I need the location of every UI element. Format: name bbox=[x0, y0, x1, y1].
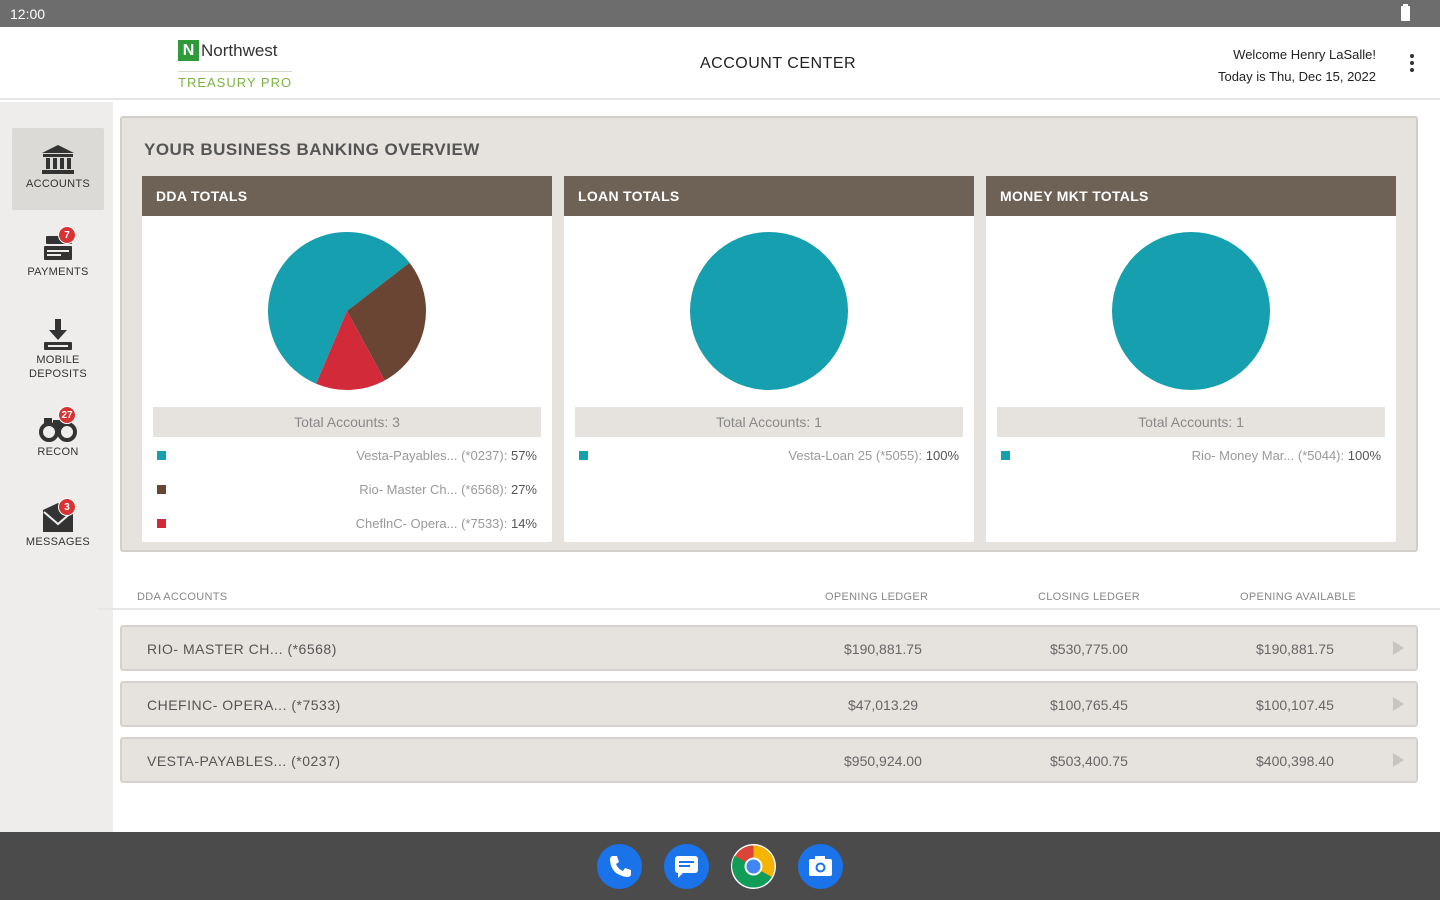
app-header: N Northwest TREASURY PRO ACCOUNT CENTER W… bbox=[0, 27, 1440, 100]
system-dock bbox=[0, 832, 1440, 900]
legend-item: Vesta-Payables... (*0237): 57% bbox=[155, 446, 537, 466]
total-accounts: Total Accounts: 1 bbox=[997, 407, 1385, 437]
legend-percent: 100% bbox=[925, 448, 959, 463]
opening-ledger: $950,924.00 bbox=[844, 753, 922, 769]
date-text: Today is Thu, Dec 15, 2022 bbox=[1217, 69, 1376, 84]
sidebar-item-label: ACCOUNTS bbox=[25, 178, 91, 190]
recon-badge: 27 bbox=[58, 406, 76, 424]
money-mkt-pie-chart bbox=[1112, 232, 1270, 390]
northwest-logo[interactable]: N Northwest TREASURY PRO bbox=[178, 40, 292, 90]
messages-icon[interactable] bbox=[664, 844, 709, 889]
sidebar-item-label: MESSAGES bbox=[25, 536, 91, 548]
legend-percent: 57% bbox=[510, 448, 537, 463]
overflow-menu-icon[interactable] bbox=[1410, 54, 1414, 75]
legend-label: Vesta-Loan 25 (*5055): bbox=[788, 448, 923, 463]
dda-totals-card[interactable]: DDA TOTALS Total Accounts: 3 Vesta-Payab… bbox=[142, 176, 552, 542]
banking-overview-panel: YOUR BUSINESS BANKING OVERVIEW DDA TOTAL… bbox=[120, 116, 1418, 552]
status-bar: 12:00 bbox=[0, 0, 1440, 27]
closing-ledger: $503,400.75 bbox=[1050, 753, 1128, 769]
legend-label: Vesta-Payables... (*0237): bbox=[356, 448, 508, 463]
sidebar-item-mobile-deposits[interactable]: MOBILE DEPOSITS bbox=[12, 318, 104, 388]
sidebar-item-label: PAYMENTS bbox=[27, 266, 89, 278]
legend-swatch bbox=[157, 451, 166, 460]
account-name: RIO- MASTER CH... (*6568) bbox=[147, 641, 337, 657]
money-mkt-totals-card[interactable]: MONEY MKT TOTALS Total Accounts: 1 Rio- … bbox=[986, 176, 1396, 542]
account-row[interactable]: VESTA-PAYABLES... (*0237) $950,924.00 $5… bbox=[120, 737, 1418, 783]
legend-swatch bbox=[579, 451, 588, 460]
legend-label: Rio- Money Mar... (*5044): bbox=[1191, 448, 1345, 463]
sidebar-item-payments[interactable]: 7 PAYMENTS bbox=[12, 226, 104, 292]
column-header: DDA ACCOUNTS bbox=[137, 591, 228, 603]
legend-item: CheflnC- Opera... (*7533): 14% bbox=[155, 514, 537, 534]
card-title: DDA TOTALS bbox=[142, 176, 552, 216]
opening-available: $190,881.75 bbox=[1256, 641, 1334, 657]
total-accounts: Total Accounts: 1 bbox=[575, 407, 963, 437]
logo-brand: Northwest bbox=[201, 40, 278, 60]
accounts-table-header: DDA ACCOUNTS OPENING LEDGER CLOSING LEDG… bbox=[97, 588, 1440, 610]
total-accounts: Total Accounts: 3 bbox=[153, 407, 541, 437]
bank-icon bbox=[42, 145, 74, 174]
column-header: OPENING LEDGER bbox=[825, 591, 929, 603]
column-header: OPENING AVAILABLE bbox=[1240, 591, 1356, 603]
closing-ledger: $530,775.00 bbox=[1050, 641, 1128, 657]
logo-subtitle: TREASURY PRO bbox=[178, 71, 292, 90]
loan-pie-chart bbox=[690, 232, 848, 390]
account-name: CHEFINC- OPERA... (*7533) bbox=[147, 697, 341, 713]
payments-badge: 7 bbox=[58, 226, 76, 244]
legend-item: Vesta-Loan 25 (*5055): 100% bbox=[577, 446, 959, 466]
legend-percent: 14% bbox=[510, 516, 537, 531]
sidebar: ACCOUNTS 7 PAYMENTS MOBILE DEPOSITS 27 R… bbox=[0, 102, 113, 832]
logo-mark: N bbox=[178, 40, 199, 61]
page-title: ACCOUNT CENTER bbox=[700, 55, 857, 72]
row-arrow-icon[interactable] bbox=[1393, 753, 1404, 767]
legend-swatch bbox=[157, 519, 166, 528]
sidebar-item-recon[interactable]: 27 RECON bbox=[12, 406, 104, 472]
closing-ledger: $100,765.45 bbox=[1050, 697, 1128, 713]
dda-pie-chart bbox=[268, 232, 426, 390]
sidebar-item-accounts[interactable]: ACCOUNTS bbox=[12, 128, 104, 210]
legend-item: Rio- Master Ch... (*6568): 27% bbox=[155, 480, 537, 500]
legend-label: Rio- Master Ch... (*6568): bbox=[359, 482, 508, 497]
account-name: VESTA-PAYABLES... (*0237) bbox=[147, 753, 341, 769]
opening-available: $100,107.45 bbox=[1256, 697, 1334, 713]
chrome-icon[interactable] bbox=[731, 844, 776, 889]
loan-totals-card[interactable]: LOAN TOTALS Total Accounts: 1 Vesta-Loan… bbox=[564, 176, 974, 542]
camera-icon[interactable] bbox=[798, 844, 843, 889]
account-row[interactable]: CHEFINC- OPERA... (*7533) $47,013.29 $10… bbox=[120, 681, 1418, 727]
column-header: CLOSING LEDGER bbox=[1038, 591, 1141, 603]
legend-item: Rio- Money Mar... (*5044): 100% bbox=[999, 446, 1381, 466]
legend-swatch bbox=[157, 485, 166, 494]
card-title: LOAN TOTALS bbox=[564, 176, 974, 216]
opening-ledger: $190,881.75 bbox=[844, 641, 922, 657]
row-arrow-icon[interactable] bbox=[1393, 697, 1404, 711]
opening-available: $400,398.40 bbox=[1256, 753, 1334, 769]
pie-slice bbox=[1112, 232, 1270, 390]
welcome-text: Welcome Henry LaSalle! bbox=[1233, 47, 1376, 62]
messages-badge: 3 bbox=[58, 498, 76, 516]
sidebar-item-messages[interactable]: 3 MESSAGES bbox=[12, 498, 104, 562]
legend-swatch bbox=[1001, 451, 1010, 460]
opening-ledger: $47,013.29 bbox=[848, 697, 919, 713]
legend-percent: 100% bbox=[1347, 448, 1381, 463]
legend-label: CheflnC- Opera... (*7533): bbox=[355, 516, 508, 531]
account-row[interactable]: RIO- MASTER CH... (*6568) $190,881.75 $5… bbox=[120, 625, 1418, 671]
welcome-block: Welcome Henry LaSalle! Today is Thu, Dec… bbox=[1218, 44, 1376, 88]
overview-title: YOUR BUSINESS BANKING OVERVIEW bbox=[144, 140, 480, 159]
download-icon bbox=[44, 319, 72, 350]
phone-icon[interactable] bbox=[597, 844, 642, 889]
sidebar-item-label: RECON bbox=[37, 446, 79, 458]
battery-icon bbox=[1401, 4, 1410, 21]
pie-slice bbox=[690, 232, 848, 390]
sidebar-item-label-line2: DEPOSITS bbox=[28, 368, 88, 380]
row-arrow-icon[interactable] bbox=[1393, 641, 1404, 655]
legend-percent: 27% bbox=[510, 482, 537, 497]
card-title: MONEY MKT TOTALS bbox=[986, 176, 1396, 216]
status-time: 12:00 bbox=[10, 6, 46, 22]
